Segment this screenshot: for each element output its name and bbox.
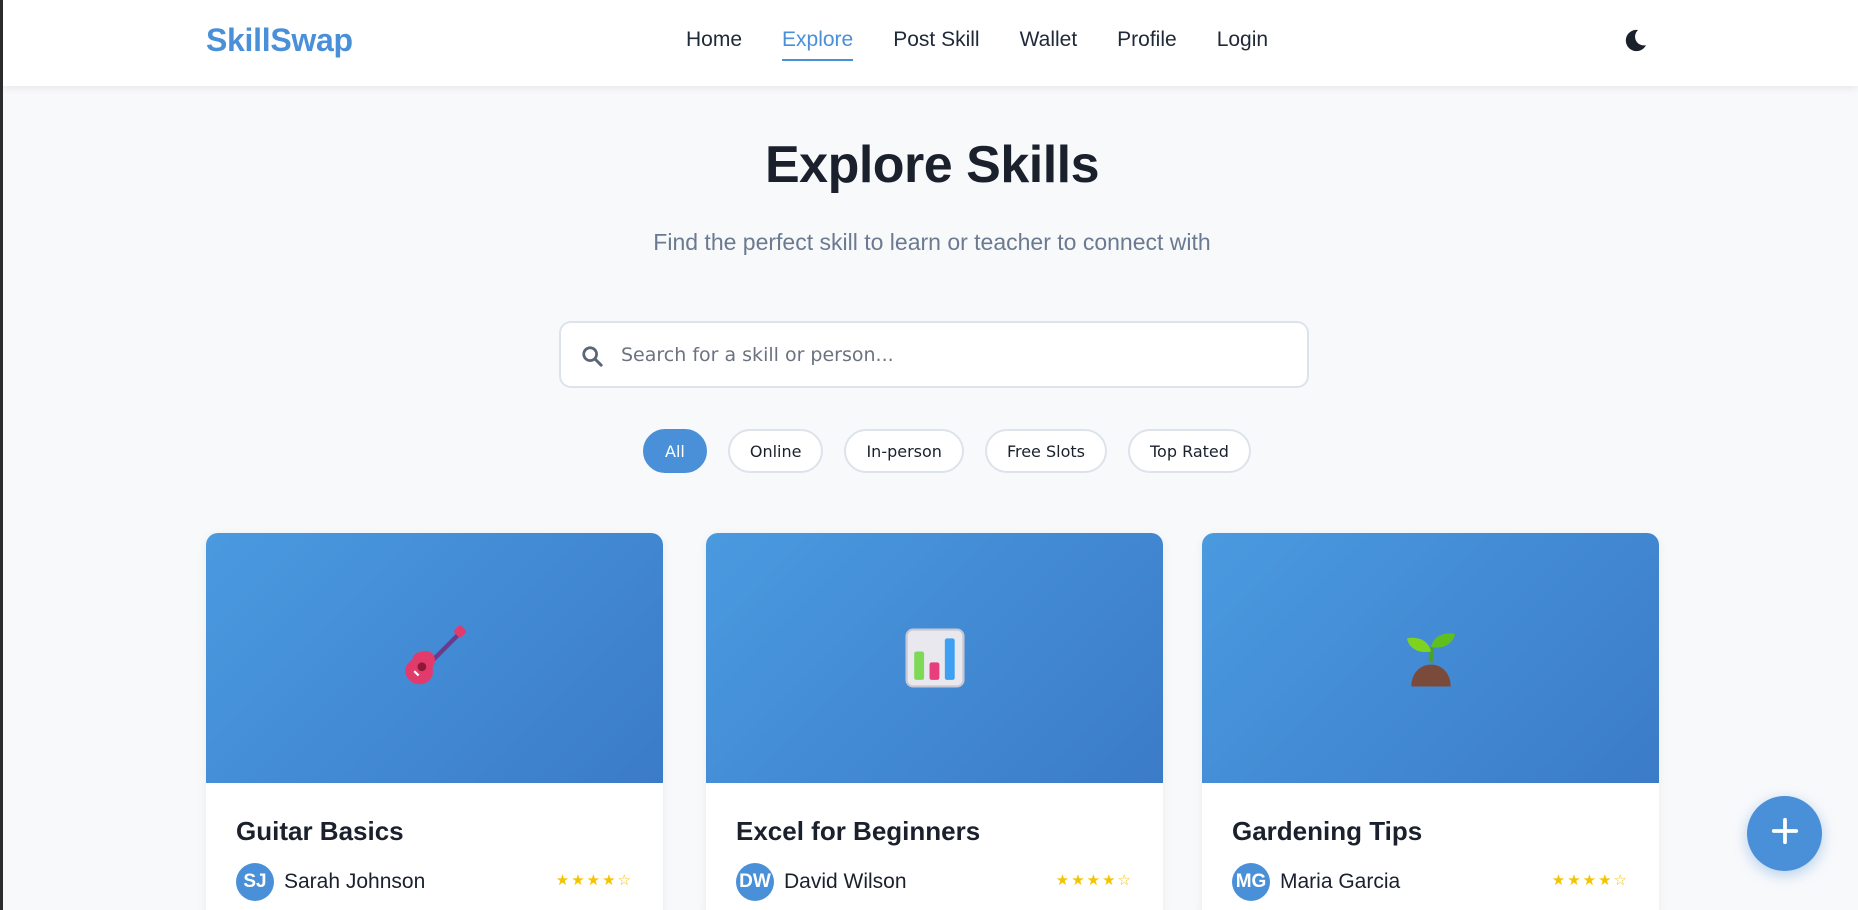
- card-owner[interactable]: DW David Wilson: [736, 863, 907, 901]
- skill-card[interactable]: Guitar Basics SJ Sarah Johnson ★★★★☆: [206, 533, 663, 910]
- card-owner[interactable]: MG Maria Garcia: [1232, 863, 1400, 901]
- card-banner: [1202, 533, 1659, 783]
- nav-item-wallet[interactable]: Wallet: [1020, 28, 1078, 58]
- filter-chip-top-rated[interactable]: Top Rated: [1127, 429, 1251, 473]
- nav-item-post-skill[interactable]: Post Skill: [893, 28, 979, 58]
- filter-chip-online[interactable]: Online: [727, 429, 824, 473]
- filter-chip-in-person[interactable]: In-person: [844, 429, 964, 473]
- card-banner: [706, 533, 1163, 783]
- star-rating: ★★★★☆: [1055, 871, 1133, 889]
- search-icon: [581, 345, 603, 367]
- nav-item-home[interactable]: Home: [686, 28, 742, 58]
- star-rating: ★★★★☆: [555, 871, 633, 889]
- owner-name: David Wilson: [784, 870, 907, 893]
- filter-chip-free-slots[interactable]: Free Slots: [984, 429, 1107, 473]
- brand-logo[interactable]: SkillSwap: [206, 22, 353, 59]
- top-navbar: SkillSwap Home Explore Post Skill Wallet…: [3, 0, 1858, 86]
- filter-chip-all[interactable]: All: [643, 429, 707, 473]
- skill-card[interactable]: Gardening Tips MG Maria Garcia ★★★★☆: [1202, 533, 1659, 910]
- guitar-icon: [400, 623, 470, 693]
- skill-card[interactable]: Excel for Beginners DW David Wilson ★★★★…: [706, 533, 1163, 910]
- add-skill-button[interactable]: [1747, 796, 1822, 871]
- nav-item-profile[interactable]: Profile: [1117, 28, 1177, 58]
- search-input[interactable]: [621, 335, 1291, 375]
- owner-name: Maria Garcia: [1280, 870, 1401, 893]
- card-title: Gardening Tips: [1232, 816, 1423, 846]
- moon-icon[interactable]: [1620, 26, 1650, 56]
- nav-item-login[interactable]: Login: [1217, 28, 1268, 58]
- card-banner: [206, 533, 663, 783]
- filter-chips: All Online In-person Free Slots Top Rate…: [643, 429, 1251, 473]
- star-rating: ★★★★☆: [1551, 871, 1629, 889]
- page-title: Explore Skills: [764, 136, 1100, 194]
- card-owner[interactable]: SJ Sarah Johnson: [236, 863, 425, 901]
- search-box: [559, 321, 1309, 388]
- page-subtitle: Find the perfect skill to learn or teach…: [653, 229, 1211, 255]
- owner-name: Sarah Johnson: [284, 870, 426, 893]
- card-title: Guitar Basics: [236, 816, 404, 846]
- avatar: DW: [736, 863, 774, 901]
- nav-item-explore[interactable]: Explore: [782, 28, 854, 61]
- nav-links: Home Explore Post Skill Wallet Profile L…: [686, 28, 1308, 61]
- bar-chart-icon: [900, 623, 970, 693]
- seedling-icon: [1396, 623, 1466, 693]
- avatar: SJ: [236, 863, 274, 901]
- plus-icon: [1770, 816, 1800, 851]
- card-title: Excel for Beginners: [736, 816, 981, 846]
- avatar: MG: [1232, 863, 1270, 901]
